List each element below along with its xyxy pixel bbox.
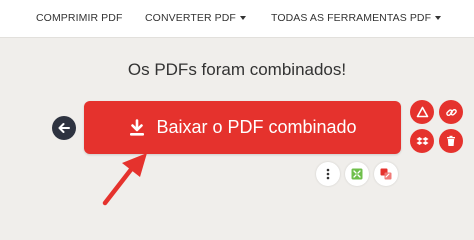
google-drive-icon: [416, 106, 428, 117]
nav-all-tools-label: TODAS AS FERRAMENTAS PDF: [271, 12, 432, 24]
save-to-google-drive-button[interactable]: [410, 100, 434, 124]
convert-pdf-tool-button[interactable]: [374, 162, 398, 186]
more-vertical-icon: [326, 168, 330, 180]
download-icon: [130, 118, 145, 136]
convert-pdf-icon: [380, 168, 392, 180]
download-merged-pdf-button[interactable]: Baixar o PDF combinado: [84, 101, 401, 154]
download-button-label: Baixar o PDF combinado: [156, 117, 357, 137]
nav-compress-label: COMPRIMIR PDF: [36, 12, 123, 24]
compress-pdf-tool-button[interactable]: [345, 162, 369, 186]
dropbox-icon: [416, 136, 428, 145]
compress-pdf-icon: [351, 168, 363, 180]
chevron-down-icon: [239, 16, 246, 20]
delete-button[interactable]: [439, 129, 463, 153]
trash-icon: [447, 135, 455, 146]
share-link-button[interactable]: [439, 100, 463, 124]
nav-convert-pdf[interactable]: CONVERTER PDF: [145, 12, 246, 24]
page-title: Os PDFs foram combinados!: [127, 60, 347, 79]
back-button[interactable]: [52, 116, 76, 140]
more-options-button[interactable]: [316, 162, 340, 186]
top-navigation: COMPRIMIR PDF CONVERTER PDF TODAS AS FER…: [0, 0, 474, 38]
red-arrow-annotation: [102, 153, 147, 206]
save-to-dropbox-button[interactable]: [410, 129, 434, 153]
nav-all-tools[interactable]: TODAS AS FERRAMENTAS PDF: [271, 12, 442, 24]
link-icon: [445, 108, 457, 116]
nav-compress-pdf[interactable]: COMPRIMIR PDF: [36, 12, 122, 24]
arrow-left-icon: [58, 123, 70, 133]
chevron-down-icon: [435, 16, 442, 20]
nav-convert-label: CONVERTER PDF: [145, 12, 236, 24]
